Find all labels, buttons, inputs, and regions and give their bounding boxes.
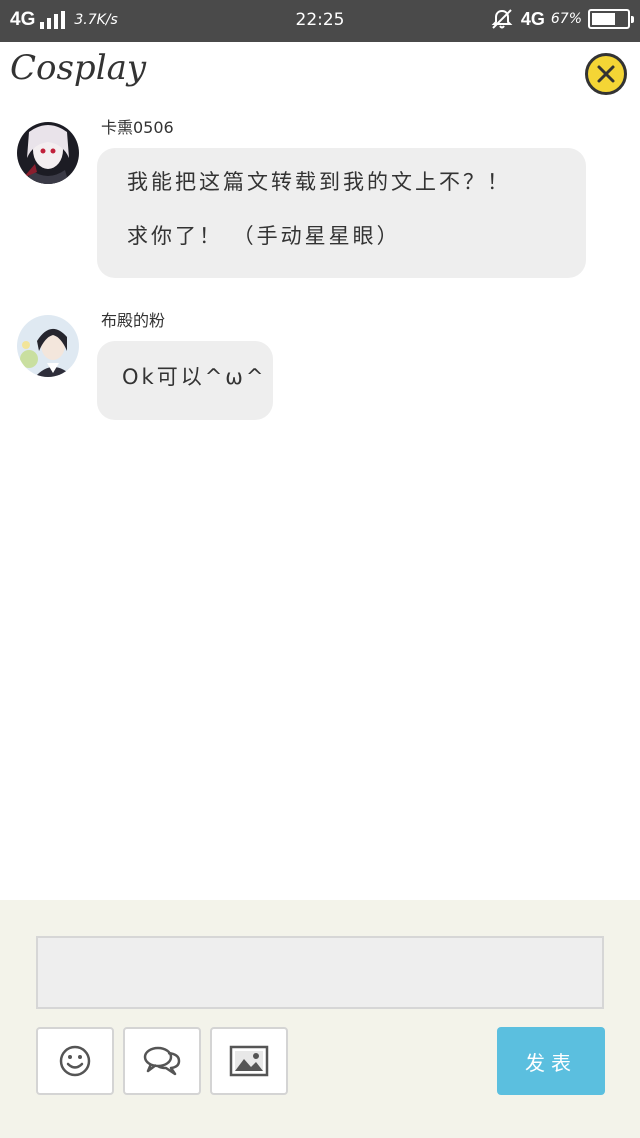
message-bubble: Ok可以^ω^ bbox=[97, 341, 273, 420]
status-bar: 4G 3.7K/s 22:25 4G 67% bbox=[0, 0, 640, 42]
avatar-image bbox=[17, 315, 79, 377]
username: 布殿的粉 bbox=[101, 311, 166, 330]
avatar[interactable] bbox=[17, 122, 79, 184]
comment-input[interactable] bbox=[36, 936, 604, 1009]
send-button[interactable]: 发表 bbox=[497, 1027, 605, 1095]
username: 卡熏0506 bbox=[101, 118, 174, 137]
chat-bubbles-icon bbox=[143, 1046, 181, 1076]
message-bubble: 我能把这篇文转载到我的文上不？！ 求你了！ （手动星星眼） bbox=[97, 148, 586, 278]
status-right: 4G 67% bbox=[491, 8, 634, 30]
battery-percent: 67% bbox=[550, 11, 582, 27]
message-line: 我能把这篇文转载到我的文上不？！ bbox=[127, 170, 511, 194]
battery-fill bbox=[592, 13, 615, 25]
alarm-off-icon bbox=[491, 9, 513, 29]
chat-button[interactable] bbox=[123, 1027, 201, 1095]
composer-bar: 发表 bbox=[0, 900, 640, 1138]
emoji-icon bbox=[59, 1045, 91, 1077]
close-button[interactable] bbox=[585, 53, 627, 95]
battery-icon bbox=[588, 9, 634, 29]
header: Cosplay bbox=[0, 42, 640, 100]
network-type-right: 4G bbox=[520, 8, 545, 29]
page-title: Cosplay bbox=[10, 48, 147, 88]
emoji-button[interactable] bbox=[36, 1027, 114, 1095]
avatar[interactable] bbox=[17, 315, 79, 377]
message-line: 求你了！ （手动星星眼） bbox=[127, 224, 401, 248]
close-icon bbox=[597, 65, 615, 83]
image-button[interactable] bbox=[210, 1027, 288, 1095]
avatar-image bbox=[17, 122, 79, 184]
image-icon bbox=[229, 1045, 269, 1077]
message-line: Ok可以^ω^ bbox=[122, 365, 267, 389]
